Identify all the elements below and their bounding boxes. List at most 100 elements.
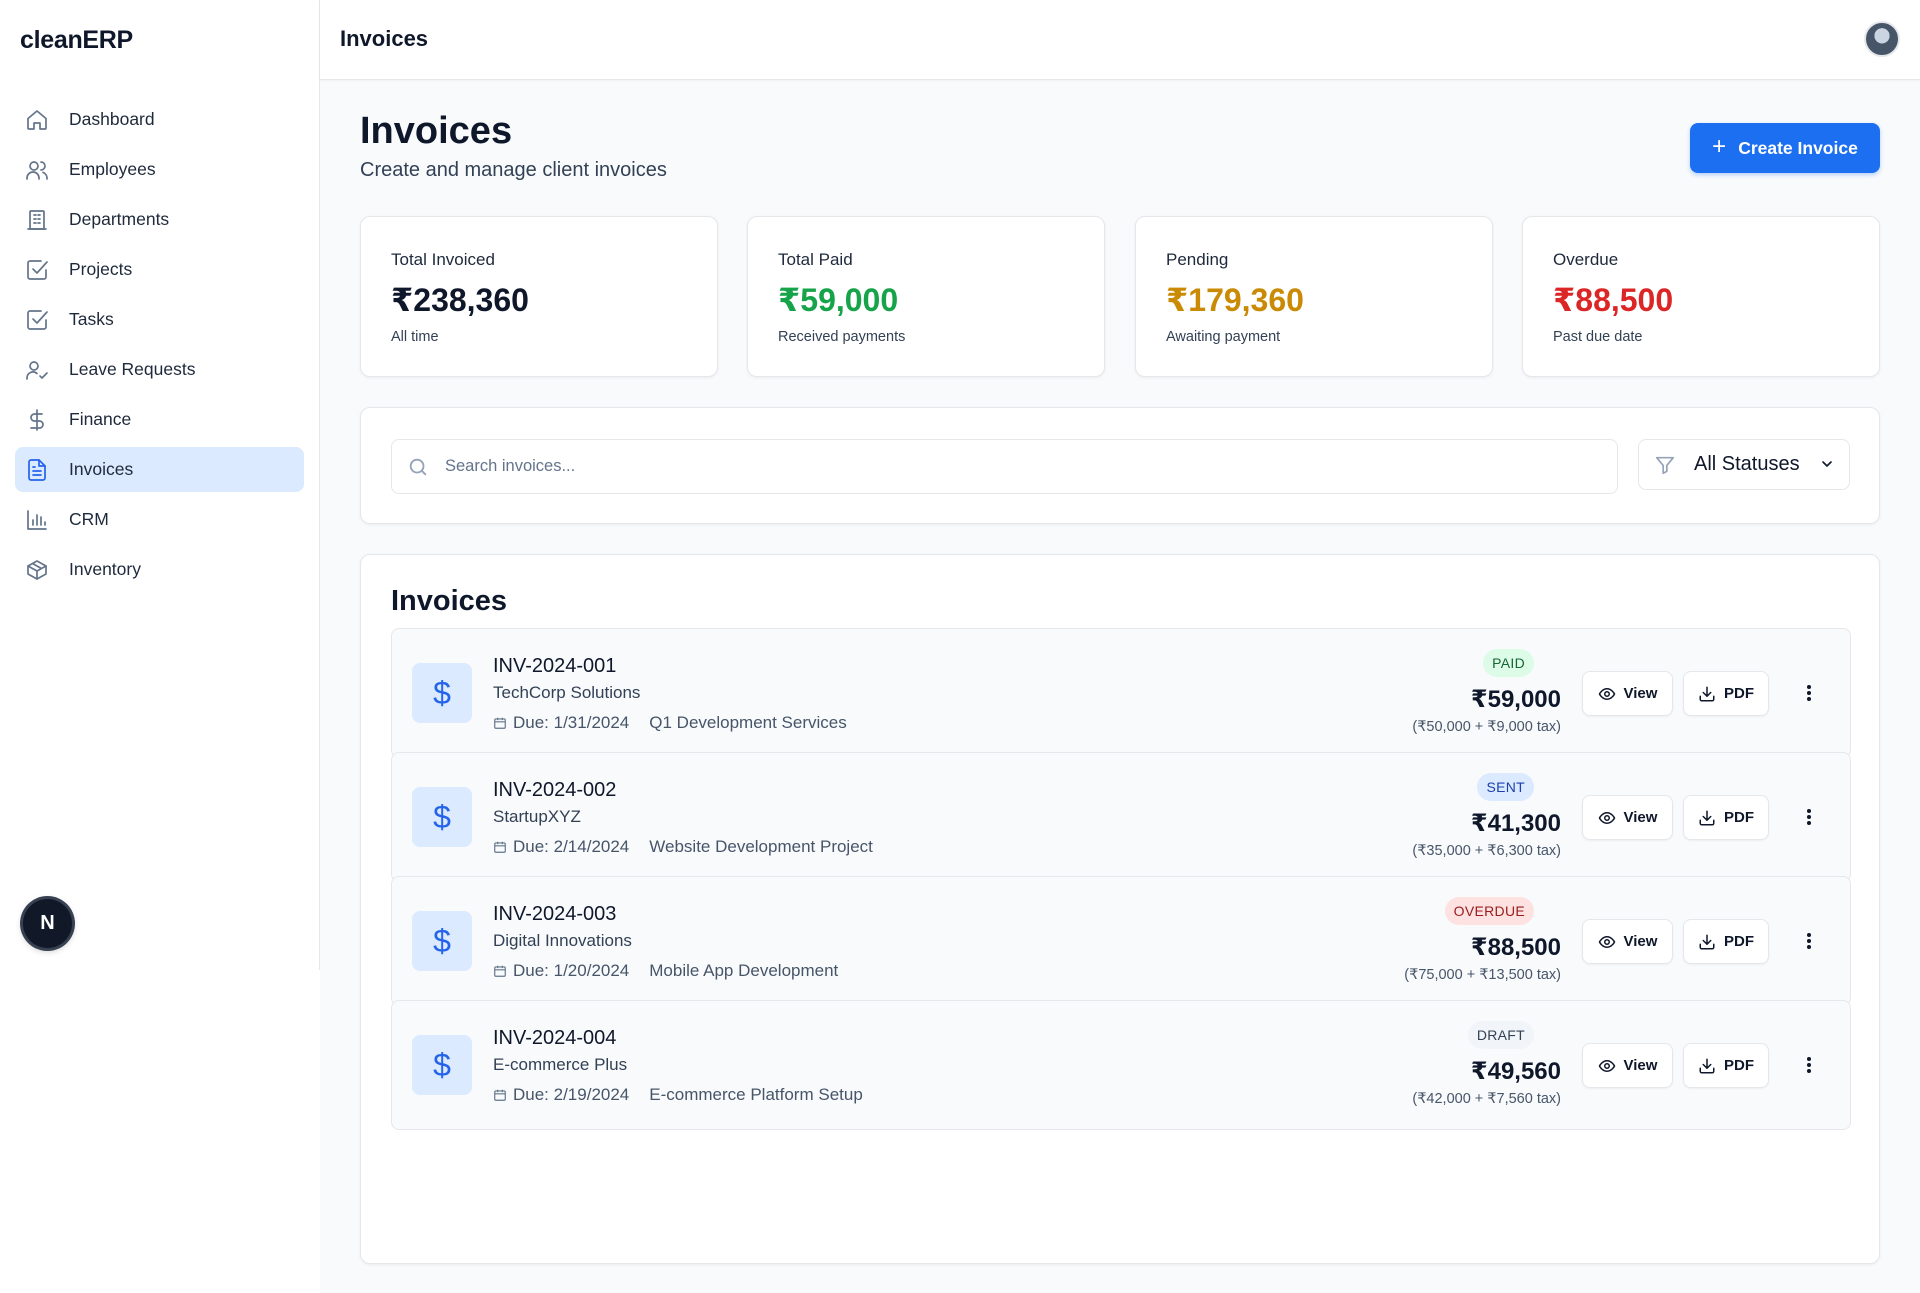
invoice-row[interactable]: $ INV-2024-004 E-commerce Plus Due: 2/19…: [391, 1000, 1851, 1130]
view-button[interactable]: View: [1582, 1043, 1673, 1088]
status-badge: PAID: [1483, 649, 1534, 677]
calendar-icon: [494, 841, 506, 853]
sidebar-item-label: Leave Requests: [69, 359, 196, 379]
sidebar-item-label: Inventory: [69, 559, 141, 579]
avatar[interactable]: [1864, 21, 1900, 57]
invoice-amount: ₹49,560: [1470, 1058, 1561, 1085]
create-invoice-button[interactable]: + Create Invoice: [1690, 123, 1880, 173]
more-options-icon[interactable]: [1792, 800, 1826, 834]
sidebar-item-label: CRM: [69, 509, 109, 529]
more-options-icon[interactable]: [1792, 1048, 1826, 1082]
stat-label: Overdue: [1553, 250, 1619, 269]
pdf-button[interactable]: PDF: [1683, 919, 1769, 964]
dollar-icon: $: [412, 911, 472, 971]
pdf-button[interactable]: PDF: [1683, 671, 1769, 716]
view-button[interactable]: View: [1582, 919, 1673, 964]
invoice-amount: ₹59,000: [1470, 686, 1561, 713]
user-check-icon: [25, 358, 49, 382]
sidebar-item-departments[interactable]: Departments: [15, 197, 304, 242]
view-button-label: View: [1623, 809, 1658, 826]
sidebar-item-finance[interactable]: Finance: [15, 397, 304, 442]
stat-label: Total Invoiced: [391, 250, 495, 269]
pdf-button[interactable]: PDF: [1683, 1043, 1769, 1088]
status-filter-select[interactable]: All Statuses: [1638, 439, 1850, 490]
invoice-due-date: Due: 2/14/2024: [513, 837, 630, 856]
stat-value: ₹238,360: [391, 282, 529, 318]
next-dev-badge[interactable]: N: [23, 899, 72, 948]
calendar-icon: [494, 1089, 506, 1101]
stat-card-pending: Pending ₹179,360 Awaiting payment: [1135, 216, 1493, 377]
dollar-icon: $: [412, 1035, 472, 1095]
sidebar-item-label: Projects: [69, 259, 133, 279]
stat-subtext: Awaiting payment: [1166, 329, 1281, 345]
check-square-icon: [25, 308, 49, 332]
stat-label: Total Paid: [778, 250, 853, 269]
more-options-icon[interactable]: [1792, 924, 1826, 958]
stat-subtext: All time: [391, 329, 439, 345]
pdf-button-label: PDF: [1724, 809, 1754, 826]
pdf-button-label: PDF: [1724, 685, 1754, 702]
sidebar-item-projects[interactable]: Projects: [15, 247, 304, 292]
status-badge: SENT: [1477, 773, 1534, 801]
search-box[interactable]: [391, 439, 1618, 494]
invoice-row[interactable]: $ INV-2024-002 StartupXYZ Due: 2/14/2024…: [391, 752, 1851, 882]
view-button-label: View: [1623, 685, 1658, 702]
eye-icon: [1598, 935, 1615, 948]
sidebar-item-tasks[interactable]: Tasks: [15, 297, 304, 342]
filter-icon: [1655, 456, 1675, 474]
dots-vertical-icon: [1807, 933, 1811, 949]
invoice-number: INV-2024-002: [493, 779, 617, 801]
view-button-label: View: [1623, 933, 1658, 950]
view-button-label: View: [1623, 1057, 1658, 1074]
create-invoice-label: Create Invoice: [1738, 137, 1858, 158]
calendar-icon: [494, 717, 506, 729]
invoice-meta: Due: 2/19/2024 E-commerce Platform Setup: [493, 1085, 863, 1105]
sidebar-item-leave-requests[interactable]: Leave Requests: [15, 347, 304, 392]
pdf-button[interactable]: PDF: [1683, 795, 1769, 840]
sidebar-item-label: Finance: [69, 409, 132, 429]
sidebar-item-employees[interactable]: Employees: [15, 147, 304, 192]
sidebar-item-dashboard[interactable]: Dashboard: [15, 97, 304, 142]
invoice-list-card: Invoices $ INV-2024-001 TechCorp Solutio…: [360, 554, 1880, 1264]
sidebar-item-inventory[interactable]: Inventory: [15, 547, 304, 592]
stat-value: ₹59,000: [778, 282, 899, 318]
topbar-title: Invoices: [340, 26, 429, 51]
more-options-icon[interactable]: [1792, 676, 1826, 710]
sidebar: cleanERP Dashboard Employees Departments…: [0, 0, 320, 970]
invoice-due-date: Due: 1/31/2024: [513, 713, 630, 732]
search-input[interactable]: [445, 457, 1545, 476]
invoice-number: INV-2024-004: [493, 1027, 617, 1049]
stat-card-total-paid: Total Paid ₹59,000 Received payments: [747, 216, 1105, 377]
invoice-breakdown: (₹35,000 + ₹6,300 tax): [1412, 843, 1561, 859]
dots-vertical-icon: [1807, 809, 1811, 825]
search-icon: [409, 458, 427, 475]
dots-vertical-icon: [1807, 685, 1811, 701]
stat-subtext: Received payments: [778, 329, 906, 345]
view-button[interactable]: View: [1582, 671, 1673, 716]
invoice-row[interactable]: $ INV-2024-001 TechCorp Solutions Due: 1…: [391, 628, 1851, 758]
dots-vertical-icon: [1807, 1057, 1811, 1073]
invoice-breakdown: (₹50,000 + ₹9,000 tax): [1412, 719, 1561, 735]
invoice-client: E-commerce Plus: [493, 1055, 628, 1074]
sidebar-item-label: Employees: [69, 159, 156, 179]
eye-icon: [1598, 1059, 1615, 1072]
plus-icon: +: [1712, 133, 1727, 160]
stat-card-overdue: Overdue ₹88,500 Past due date: [1522, 216, 1880, 377]
download-icon: [1699, 934, 1715, 949]
stat-label: Pending: [1166, 250, 1229, 269]
invoice-client: Digital Innovations: [493, 931, 632, 950]
sidebar-item-crm[interactable]: CRM: [15, 497, 304, 542]
sidebar-lower: [0, 970, 320, 1293]
file-text-icon: [25, 458, 49, 482]
download-icon: [1699, 686, 1715, 701]
eye-icon: [1598, 687, 1615, 700]
brand-logo[interactable]: cleanERP: [20, 26, 133, 55]
invoice-due-date: Due: 1/20/2024: [513, 961, 630, 980]
invoice-row[interactable]: $ INV-2024-003 Digital Innovations Due: …: [391, 876, 1851, 1006]
download-icon: [1699, 1058, 1715, 1073]
sidebar-item-invoices[interactable]: Invoices: [15, 447, 304, 492]
view-button[interactable]: View: [1582, 795, 1673, 840]
invoice-due-date: Due: 2/19/2024: [513, 1085, 630, 1104]
download-icon: [1699, 810, 1715, 825]
stat-subtext: Past due date: [1553, 329, 1643, 345]
